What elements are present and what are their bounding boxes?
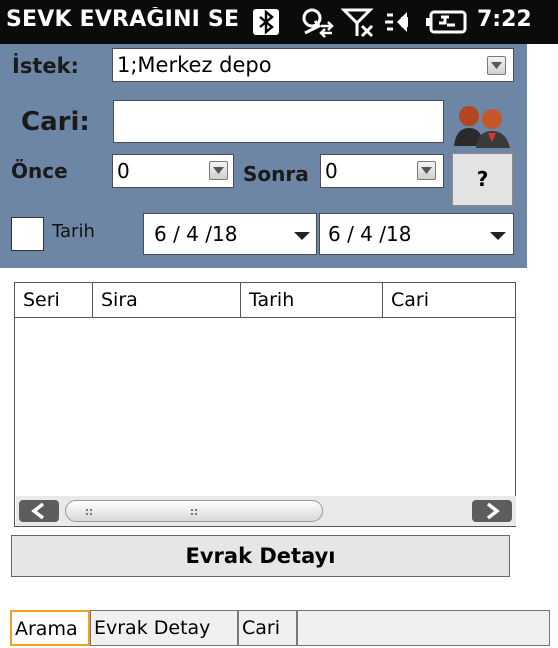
istek-label: İstek: [12, 54, 79, 78]
users-icon [450, 98, 513, 150]
speaker-icon[interactable] [383, 6, 417, 38]
once-dropdown-icon[interactable] [209, 161, 228, 180]
battery-icon[interactable] [425, 6, 469, 38]
column-header-cari[interactable]: Cari [383, 283, 515, 318]
column-header-sira[interactable]: Sira [93, 283, 241, 318]
title-bar: SEVK EVRAĞINI SEÇ 7:22 [0, 0, 558, 44]
date-from-dropdown-icon[interactable] [294, 232, 310, 240]
sonra-value: 0 [325, 159, 338, 183]
column-header-seri[interactable]: Seri [15, 283, 93, 318]
no-signal-icon[interactable] [340, 6, 375, 38]
tab-bar-filler [297, 610, 550, 646]
sonra-label: Sonra [243, 162, 309, 186]
date-to-dropdown-icon[interactable] [490, 232, 506, 240]
evrak-detayi-button[interactable]: Evrak Detayı [11, 535, 510, 577]
clock: 7:22 [477, 7, 532, 32]
sonra-select[interactable]: 0 [320, 154, 444, 188]
date-from-picker[interactable]: 6 / 4 /18 [143, 213, 317, 255]
istek-value: 1;Merkez depo [117, 53, 272, 77]
tab-bar: Arama Evrak Detay Cari [10, 610, 550, 646]
tab-evrak-detay[interactable]: Evrak Detay [90, 610, 238, 646]
date-from-value: 6 / 4 /18 [154, 222, 238, 246]
cari-label: Cari: [21, 107, 90, 137]
once-select[interactable]: 0 [112, 154, 234, 188]
customer-picker-button[interactable] [450, 98, 513, 150]
window-title: SEVK EVRAĞINI SEÇ [6, 7, 240, 32]
search-panel: İstek: 1;Merkez depo Cari: Önce 0 Sonra … [0, 44, 527, 268]
document-list[interactable]: Seri Sira Tarih Cari [14, 282, 516, 527]
tab-arama[interactable]: Arama [10, 610, 90, 646]
help-button-label: ? [476, 167, 489, 191]
date-to-picker[interactable]: 6 / 4 /18 [319, 213, 514, 255]
column-header-tarih[interactable]: Tarih [241, 283, 383, 318]
scroll-left-button[interactable] [19, 500, 59, 522]
once-value: 0 [117, 159, 130, 183]
tarih-checkbox[interactable] [11, 217, 44, 251]
chevron-right-icon [486, 502, 500, 520]
istek-dropdown-icon[interactable] [487, 56, 506, 75]
chevron-left-icon [31, 502, 45, 520]
data-sync-icon[interactable] [299, 6, 335, 38]
tab-cari[interactable]: Cari [238, 610, 297, 646]
tarih-label: Tarih [52, 221, 95, 242]
grip-icon [86, 509, 197, 515]
help-button[interactable]: ? [452, 153, 513, 206]
sonra-dropdown-icon[interactable] [417, 161, 436, 180]
istek-select[interactable]: 1;Merkez depo [112, 48, 514, 82]
scroll-thumb[interactable] [65, 500, 323, 522]
cari-input[interactable] [113, 100, 444, 143]
once-label: Önce [11, 159, 68, 183]
bluetooth-icon[interactable] [251, 6, 281, 38]
horizontal-scrollbar[interactable] [16, 496, 516, 526]
date-to-value: 6 / 4 /18 [328, 222, 412, 246]
list-header: Seri Sira Tarih Cari [15, 283, 515, 318]
scroll-right-button[interactable] [472, 500, 512, 522]
